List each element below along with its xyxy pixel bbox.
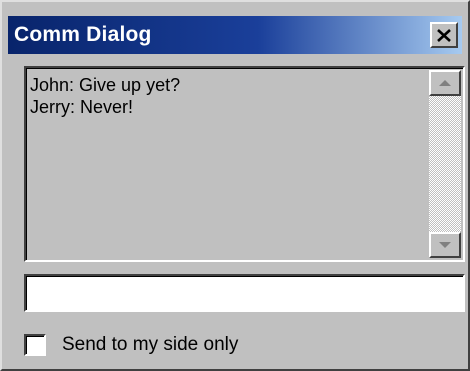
- window-title: Comm Dialog: [14, 23, 152, 46]
- send-to-my-side-only-checkbox[interactable]: [24, 334, 46, 356]
- scroll-down-button[interactable]: [429, 232, 461, 258]
- comm-dialog-window: Comm Dialog John: Give up yet? Jerry: Ne…: [0, 0, 470, 371]
- chat-message: John: Give up yet?: [30, 75, 181, 95]
- message-input[interactable]: [24, 274, 465, 312]
- scroll-up-button[interactable]: [429, 70, 461, 96]
- chat-message: Jerry: Never!: [30, 97, 134, 117]
- title-bar[interactable]: Comm Dialog: [8, 16, 462, 54]
- chat-messages: John: Give up yet? Jerry: Never!: [30, 74, 180, 118]
- chat-log[interactable]: John: Give up yet? Jerry: Never!: [24, 66, 465, 262]
- scroll-up-arrow-icon: [439, 80, 451, 86]
- close-icon: [437, 28, 451, 42]
- send-to-my-side-only-label[interactable]: Send to my side only: [62, 334, 238, 356]
- scroll-down-arrow-icon: [439, 242, 451, 248]
- chat-scrollbar[interactable]: [429, 70, 461, 258]
- close-button[interactable]: [430, 22, 458, 48]
- send-to-my-side-only-option[interactable]: Send to my side only: [24, 332, 238, 358]
